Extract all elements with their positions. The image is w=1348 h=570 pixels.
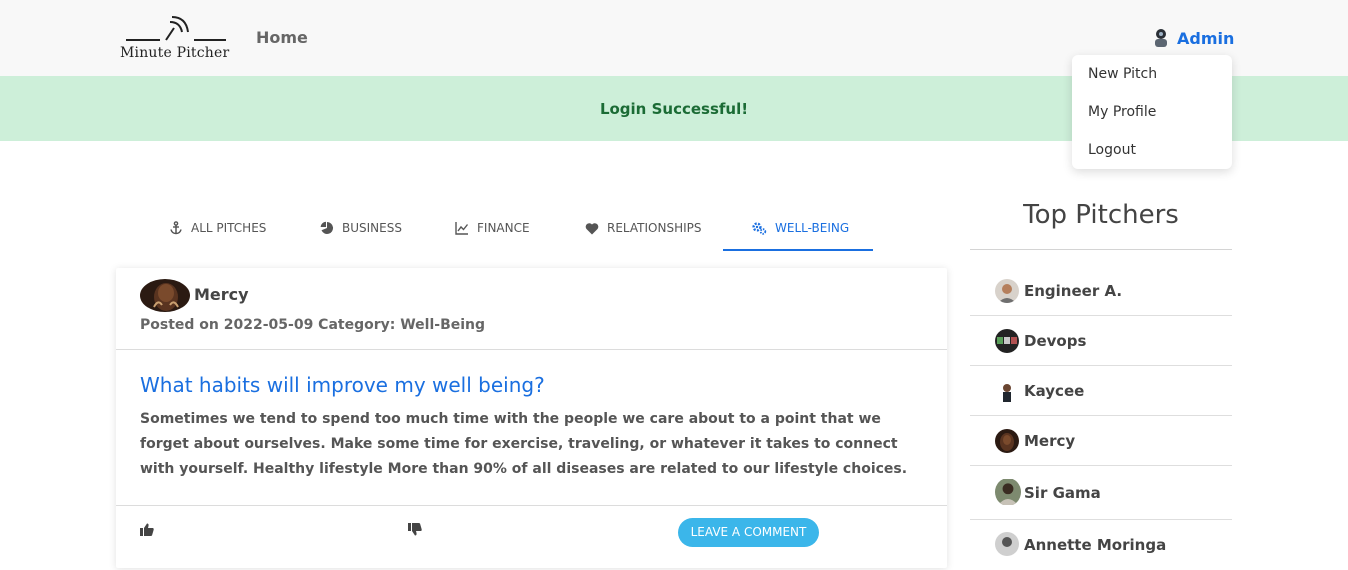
pitch-body: Sometimes we tend to spend too much time… bbox=[140, 411, 908, 477]
author-avatar[interactable] bbox=[140, 279, 190, 312]
list-item[interactable]: Mercy bbox=[970, 416, 1232, 466]
tab-all-pitches[interactable]: ALL PITCHES bbox=[169, 204, 266, 252]
list-item[interactable]: Annette Moringa bbox=[970, 520, 1232, 570]
category-tabs: ALL PITCHES BUSINESS FINANCE RELATIONSHI… bbox=[140, 204, 880, 252]
pitch-card-footer: LEAVE A COMMENT bbox=[116, 505, 947, 568]
user-dropdown-menu: New Pitch My Profile Logout bbox=[1072, 55, 1232, 169]
nav-home-link[interactable]: Home bbox=[256, 28, 308, 47]
pie-chart-icon bbox=[320, 221, 334, 234]
tab-label: ALL PITCHES bbox=[191, 221, 267, 235]
divider bbox=[970, 249, 1232, 250]
pitcher-name: Kaycee bbox=[1024, 382, 1085, 400]
tab-well-being[interactable]: WELL-BEING bbox=[751, 204, 849, 252]
tab-label: FINANCE bbox=[477, 221, 530, 235]
user-avatar bbox=[1155, 29, 1167, 47]
tab-label: RELATIONSHIPS bbox=[607, 221, 702, 235]
tab-label: BUSINESS bbox=[342, 221, 402, 235]
tab-finance[interactable]: FINANCE bbox=[455, 204, 530, 252]
pitcher-avatar bbox=[995, 532, 1019, 556]
active-tab-indicator bbox=[723, 249, 873, 251]
heart-icon bbox=[585, 222, 599, 234]
user-menu-toggle[interactable]: Admin bbox=[1151, 27, 1234, 49]
tab-business[interactable]: BUSINESS bbox=[320, 204, 402, 252]
posted-meta: Posted on 2022-05-09 Category: Well-Bein… bbox=[140, 317, 486, 333]
leave-comment-button[interactable]: LEAVE A COMMENT bbox=[678, 518, 819, 547]
pitcher-name: Engineer A. bbox=[1024, 282, 1123, 300]
menu-item-new-pitch[interactable]: New Pitch bbox=[1072, 61, 1232, 99]
list-item[interactable]: Engineer A. bbox=[970, 266, 1232, 316]
menu-item-logout[interactable]: Logout bbox=[1072, 137, 1232, 175]
pitcher-name: Mercy bbox=[1024, 432, 1076, 450]
thumbs-up-icon[interactable] bbox=[140, 523, 154, 536]
list-item[interactable]: Devops bbox=[970, 316, 1232, 366]
gears-icon bbox=[752, 222, 767, 235]
logo-text: Minute Pitcher bbox=[120, 45, 230, 61]
pitcher-avatar bbox=[995, 479, 1021, 505]
tab-relationships[interactable]: RELATIONSHIPS bbox=[585, 204, 701, 252]
pitcher-avatar bbox=[995, 429, 1019, 453]
pitcher-avatar bbox=[995, 279, 1019, 303]
pitch-card-header: Mercy Posted on 2022-05-09 Category: Wel… bbox=[116, 268, 947, 350]
antenna-icon bbox=[126, 16, 226, 41]
pitch-card: Mercy Posted on 2022-05-09 Category: Wel… bbox=[116, 268, 947, 568]
line-chart-icon bbox=[455, 222, 469, 235]
pitcher-avatar bbox=[995, 379, 1019, 403]
brand-logo[interactable]: Minute Pitcher bbox=[118, 14, 236, 64]
thumbs-down-icon[interactable] bbox=[408, 523, 422, 536]
pitcher-name: Annette Moringa bbox=[1024, 536, 1167, 554]
list-item[interactable]: Kaycee bbox=[970, 366, 1232, 416]
top-pitchers-title: Top Pitchers bbox=[1023, 200, 1179, 230]
pitcher-name: Sir Gama bbox=[1024, 484, 1101, 502]
alert-message: Login Successful! bbox=[599, 100, 749, 118]
user-name: Admin bbox=[1177, 28, 1235, 48]
pitcher-avatar bbox=[995, 329, 1019, 353]
anchor-icon bbox=[170, 221, 182, 235]
tab-label: WELL-BEING bbox=[775, 221, 850, 235]
menu-item-my-profile[interactable]: My Profile bbox=[1072, 99, 1232, 137]
author-name[interactable]: Mercy bbox=[194, 285, 249, 304]
pitcher-name: Devops bbox=[1024, 332, 1087, 350]
pitch-title[interactable]: What habits will improve my well being? bbox=[140, 373, 545, 397]
list-item[interactable]: Sir Gama bbox=[970, 466, 1232, 520]
